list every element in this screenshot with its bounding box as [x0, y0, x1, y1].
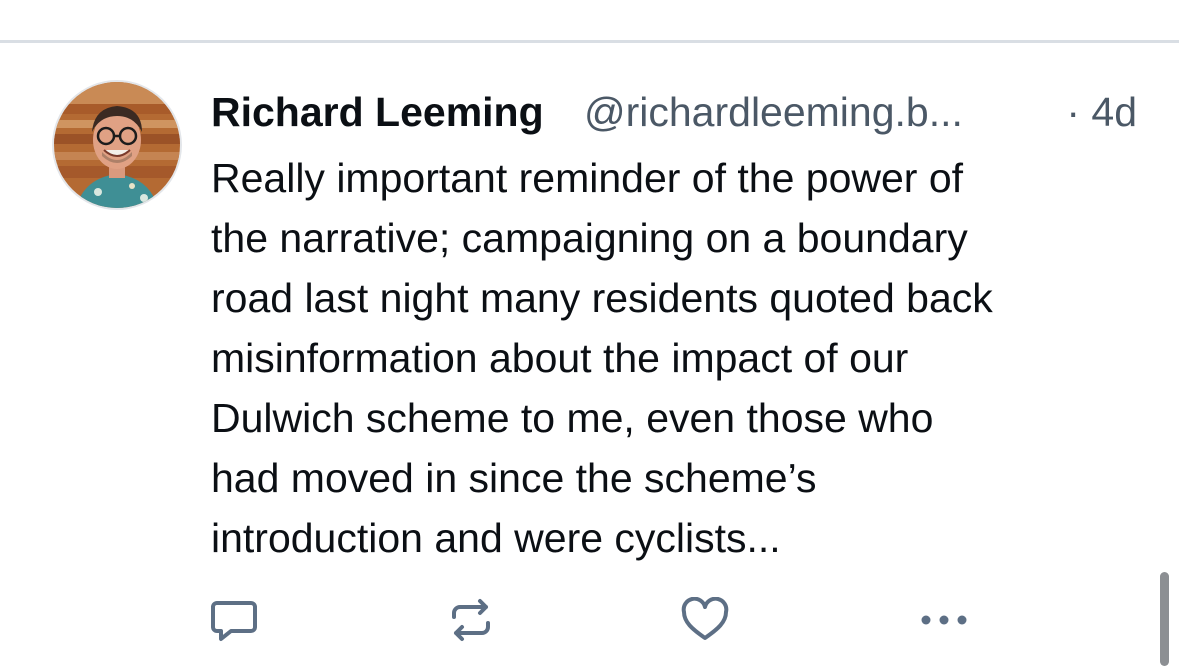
post-text-line: Really important reminder of the power o…	[211, 155, 964, 201]
author-name[interactable]: Richard Leeming	[211, 84, 544, 140]
like-button[interactable]	[675, 590, 735, 650]
post-text-line: had moved in since the scheme’s	[211, 455, 817, 501]
post-text-line: introduction and were cyclists...	[211, 515, 781, 561]
repost-icon	[452, 599, 490, 641]
more-options-button[interactable]	[914, 590, 974, 650]
post-text-line: road last night many residents quoted ba…	[211, 275, 993, 321]
post-text-line: Dulwich scheme to me, even those who	[211, 395, 934, 441]
repost-button[interactable]	[441, 590, 501, 650]
scrollbar[interactable]	[1160, 572, 1169, 666]
avatar[interactable]	[54, 82, 180, 208]
like-icon	[681, 597, 729, 640]
reply-icon	[211, 601, 257, 641]
post-actions	[0, 590, 1179, 650]
more-icon	[921, 615, 967, 625]
post-text-line: the narrative; campaigning on a boundary	[211, 215, 968, 261]
author-handle[interactable]: @richardleeming.b...	[584, 84, 963, 140]
post-text: Really important reminder of the power o…	[211, 148, 1151, 568]
post-header: Richard Leeming @richardleeming.b... · 4…	[211, 84, 1151, 140]
post-text-line: misinformation about the impact of our	[211, 335, 909, 381]
reply-button[interactable]	[204, 590, 264, 650]
post-timestamp[interactable]: · 4d	[1066, 84, 1137, 140]
top-divider	[0, 40, 1179, 43]
